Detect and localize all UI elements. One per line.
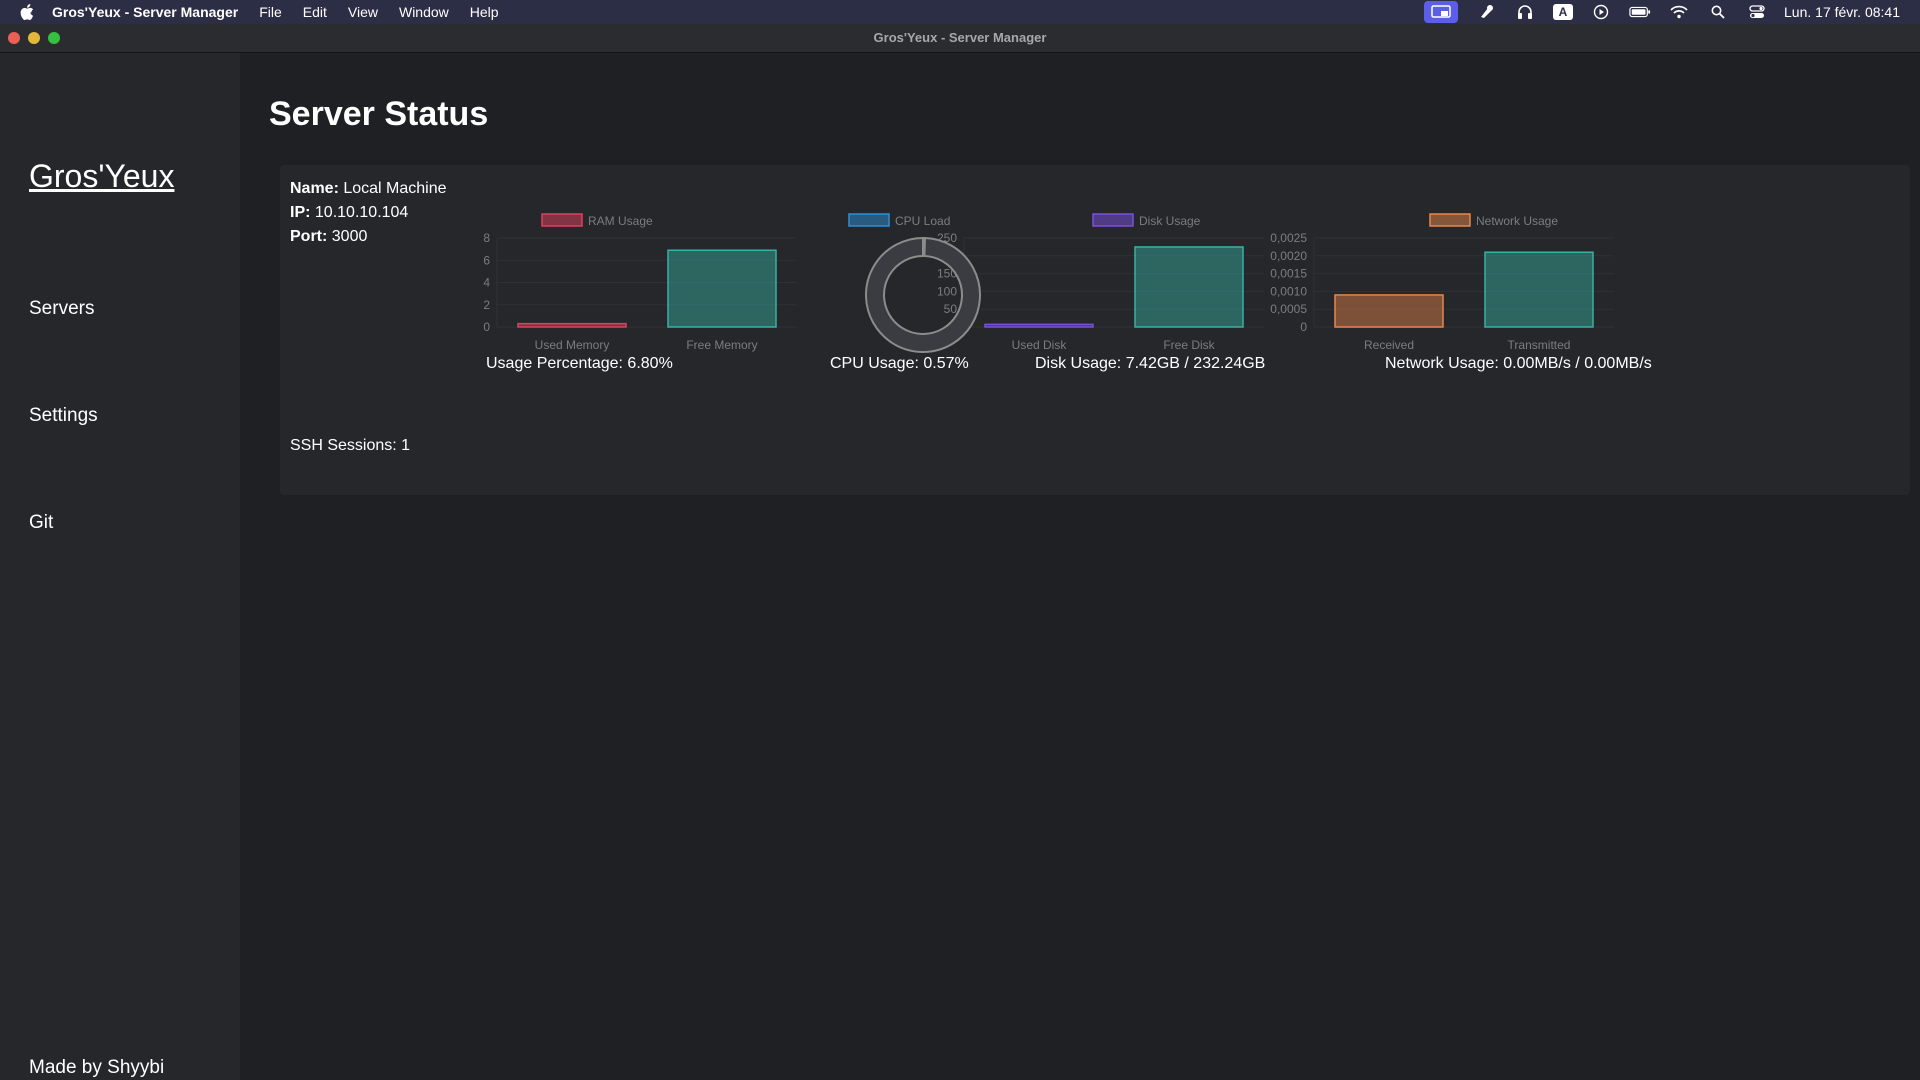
net-ytick-label: 0,0020 [1270,249,1307,263]
ssh-sessions: SSH Sessions: 1 [290,437,411,454]
ram-usage-caption: Usage Percentage: 6.80% [486,355,673,372]
menu-view[interactable]: View [348,4,378,20]
headphones-icon[interactable] [1514,3,1536,21]
menubar-clock[interactable]: Lun. 17 févr. 08:41 [1784,4,1900,20]
input-source-icon[interactable]: A [1553,4,1574,20]
ram-ytick-label: 2 [483,298,490,312]
disk-legend-swatch [1092,213,1134,227]
cpu-legend-swatch [848,213,890,227]
net-legend-label: Network Usage [1476,214,1558,228]
ram-ytick-label: 6 [483,253,490,267]
menu-help[interactable]: Help [470,4,499,20]
sidebar-item-git[interactable]: Git [29,512,53,534]
page-title: Server Status [269,95,489,133]
ram-ytick-label: 0 [483,320,490,334]
sidebar: Gros'Yeux Servers Settings Git Made by S… [0,53,240,1080]
ram-legend-swatch [541,213,583,227]
net-ytick-label: 0,0015 [1270,267,1307,281]
disk-usage-caption: Disk Usage: 7.42GB / 232.24GB [1035,355,1266,372]
net-xtick-label: Received [1364,338,1414,352]
wifi-icon[interactable] [1668,3,1690,21]
ram-ytick-label: 4 [483,276,490,290]
sidebar-item-settings[interactable]: Settings [29,405,98,427]
disk-xtick-label: Free Disk [1163,338,1215,352]
brand-link[interactable]: Gros'Yeux [29,158,174,195]
app-window: Gros'Yeux - Server Manager Gros'Yeux Ser… [0,24,1920,1080]
menubar: Gros'Yeux - Server Manager File Edit Vie… [0,0,1920,24]
menu-app-name[interactable]: Gros'Yeux - Server Manager [52,4,238,20]
control-center-icon[interactable] [1746,3,1768,21]
server-card: Name: Local Machine IP: 10.10.10.104 Por… [280,165,1910,495]
net-xtick-label: Transmitted [1508,338,1571,352]
net-bar-used [1334,294,1444,328]
cpu-usage-caption: CPU Usage: 0.57% [830,355,969,372]
search-icon[interactable] [1707,3,1729,21]
disk-ytick-label: 50 [944,302,958,316]
screen-mirroring-icon[interactable] [1424,1,1459,23]
apple-logo-icon[interactable] [16,1,38,23]
menu-edit[interactable]: Edit [303,4,327,20]
menu-window[interactable]: Window [399,4,449,20]
disk-bar-free [1134,246,1244,328]
play-icon[interactable] [1590,3,1612,21]
net-ytick-label: 0,0010 [1270,284,1307,298]
cpu-legend-label: CPU Load [895,214,950,228]
menu-file[interactable]: File [259,4,282,20]
window-titlebar[interactable]: Gros'Yeux - Server Manager [0,24,1920,53]
net-ytick-label: 0 [1300,320,1307,334]
ram-xtick-label: Used Memory [535,338,610,352]
ram-ytick-label: 8 [483,231,490,245]
main-content: Server Status Name: Local Machine IP: 10… [240,53,1920,1080]
battery-icon[interactable] [1629,3,1651,21]
network-usage-caption: Network Usage: 0.00MB/s / 0.00MB/s [1385,355,1652,372]
net-legend-swatch [1429,213,1471,227]
sidebar-item-servers[interactable]: Servers [29,298,94,320]
ram-legend-label: RAM Usage [588,214,653,228]
credit-text: Made by Shyybi [29,1057,165,1078]
net-ytick-label: 0,0025 [1270,231,1307,245]
window-title: Gros'Yeux - Server Manager [873,30,1047,45]
ram-xtick-label: Free Memory [686,338,757,352]
disk-legend-label: Disk Usage [1139,214,1201,228]
disk-xtick-label: Used Disk [1012,338,1068,352]
net-bar-free [1484,251,1594,328]
ram-bar-used [517,322,627,328]
disk-bar-used [984,323,1094,328]
ram-bar-free [667,249,777,328]
color-picker-icon[interactable] [1475,3,1497,21]
charts-area: RAM Usage 0 2 4 6 8 Used Memory Free Memory Disk… [483,213,1614,353]
disk-ytick-label: 100 [937,284,957,298]
net-ytick-label: 0,0005 [1270,302,1307,316]
cpu-slice-idle [865,236,981,353]
